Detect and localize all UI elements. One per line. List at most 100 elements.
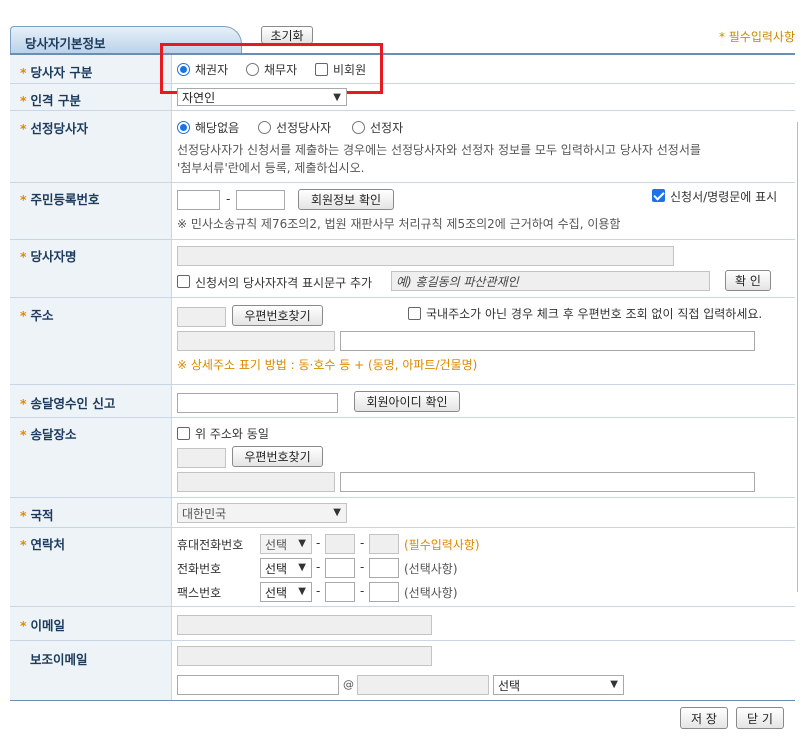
dash: - — [360, 560, 365, 574]
rrn-front-input[interactable] — [177, 190, 220, 210]
highlight-box — [160, 43, 383, 94]
row-divider — [10, 83, 795, 84]
title-text-input[interactable]: 예) 홍길동의 파산관재인 — [391, 271, 710, 291]
required-note: * 필수입력사항 — [718, 30, 795, 44]
mobile-prefix-select[interactable]: 선택 ▼ — [260, 534, 312, 554]
sub-email-id-input[interactable] — [177, 675, 339, 695]
delivery-place-label: * 송달장소 — [20, 427, 77, 442]
postcode-input[interactable] — [177, 307, 226, 327]
at-sign: @ — [343, 678, 354, 691]
row-divider — [10, 182, 795, 183]
confirm-button[interactable]: 확 인 — [725, 270, 771, 291]
party-type-label: * 당사자 구분 — [20, 65, 93, 80]
mobile-required-note: (필수입력사항) — [404, 538, 480, 552]
mobile-phone-label: 휴대전화번호 — [177, 538, 244, 552]
row-divider — [10, 384, 795, 385]
required-star: * — [20, 121, 27, 136]
fax-prefix-select[interactable]: 선택 ▼ — [260, 582, 312, 602]
radio-designator[interactable] — [352, 121, 365, 134]
address-base-input[interactable] — [177, 331, 335, 351]
save-button[interactable]: 저 장 — [680, 707, 728, 729]
delivery-postcode-input[interactable] — [177, 448, 226, 468]
required-star: * — [20, 249, 27, 264]
checkbox-add-title[interactable] — [177, 275, 190, 288]
check-member-id-button[interactable]: 회원아이디 확인 — [354, 391, 460, 412]
find-postcode-button[interactable]: 우편번호찾기 — [232, 305, 323, 326]
checkbox-foreign-address[interactable] — [408, 307, 421, 320]
checkbox-show-on-document-label: 신청서/명령문에 표시 — [670, 190, 778, 204]
row-divider — [10, 417, 795, 418]
address-detail-input[interactable] — [340, 331, 755, 351]
nationality-select[interactable]: 대한민국 ▼ — [177, 503, 347, 523]
radio-designated-party-label: 선정당사자 — [276, 121, 332, 135]
row-divider — [10, 606, 795, 607]
sub-email-display[interactable] — [177, 646, 432, 666]
phone-prefix-select[interactable]: 선택 ▼ — [260, 558, 312, 578]
checkbox-add-title-label: 신청서의 당사자자격 표시문구 추가 — [195, 276, 373, 290]
mobile-last-input[interactable] — [369, 534, 399, 554]
dash: - — [316, 536, 321, 550]
rrn-back-input[interactable] — [236, 190, 285, 210]
sub-email-domain-select[interactable]: 선택 ▼ — [493, 675, 624, 695]
delivery-address-detail-input[interactable] — [340, 472, 755, 492]
row-divider — [10, 239, 795, 240]
fax-optional-note: (선택사항) — [404, 586, 458, 600]
row-divider — [10, 640, 795, 641]
close-button[interactable]: 닫 기 — [736, 707, 784, 729]
sub-email-domain-input[interactable] — [357, 675, 489, 695]
row-divider — [10, 497, 795, 498]
verify-member-button[interactable]: 회원정보 확인 — [298, 189, 394, 210]
person-type-label: * 인격 구분 — [20, 93, 81, 108]
required-star: * — [20, 308, 27, 323]
phone-middle-input[interactable] — [325, 558, 355, 578]
fax-middle-input[interactable] — [325, 582, 355, 602]
designated-help-line1: 선정당사자가 신청서를 제출하는 경우에는 선정당사자와 선정자 정보를 모두 … — [177, 143, 701, 157]
required-star: * — [20, 427, 27, 442]
party-name-label: * 당사자명 — [20, 249, 77, 264]
delivery-receiver-input[interactable] — [177, 393, 338, 413]
fax-last-input[interactable] — [369, 582, 399, 602]
address-detail-hint: ※ 상세주소 표기 방법 : 동·호수 등 + (동명, 아파트/건물명) — [177, 358, 478, 372]
sub-email-label: 보조이메일 — [30, 652, 88, 667]
delivery-receiver-label: * 송달영수인 신고 — [20, 396, 116, 411]
phone-optional-note: (선택사항) — [404, 562, 458, 576]
nationality-label: * 국적 — [20, 508, 54, 523]
radio-designator-label: 선정자 — [370, 121, 404, 135]
chevron-down-icon: ▼ — [610, 679, 618, 690]
chevron-down-icon: ▼ — [298, 562, 306, 573]
radio-not-applicable-label: 해당없음 — [195, 121, 240, 135]
fax-label: 팩스번호 — [177, 586, 222, 600]
section-title: 당사자기본정보 — [25, 36, 106, 51]
dash: - — [360, 536, 365, 550]
phone-last-input[interactable] — [369, 558, 399, 578]
rrn-label: * 주민등록번호 — [20, 192, 100, 207]
required-star: * — [20, 65, 27, 80]
radio-not-applicable[interactable] — [177, 121, 190, 134]
radio-designated-party[interactable] — [258, 121, 271, 134]
delivery-address-base-input[interactable] — [177, 472, 335, 492]
email-label: * 이메일 — [20, 618, 66, 633]
rrn-note: ※ 민사소송규칙 제76조의2, 법원 재판사무 처리규칙 제5조의2에 근거하… — [177, 217, 621, 231]
column-divider — [171, 55, 172, 700]
address-label: * 주소 — [20, 308, 54, 323]
rrn-dash: - — [226, 192, 231, 206]
checkbox-show-on-document[interactable] — [652, 189, 665, 202]
row-divider — [10, 527, 795, 528]
reset-button[interactable]: 초기화 — [261, 26, 313, 44]
form-bottom-border — [10, 700, 795, 701]
chevron-down-icon: ▼ — [333, 92, 341, 103]
dash: - — [360, 584, 365, 598]
delivery-find-postcode-button[interactable]: 우편번호찾기 — [232, 446, 323, 467]
mobile-middle-input[interactable] — [325, 534, 355, 554]
party-name-input[interactable] — [177, 246, 674, 266]
checkbox-foreign-address-label: 국내주소가 아닌 경우 체크 후 우편번호 조회 없이 직접 입력하세요. — [426, 307, 763, 321]
phone-label: 전화번호 — [177, 562, 222, 576]
chevron-down-icon: ▼ — [298, 586, 306, 597]
email-input[interactable] — [177, 615, 432, 635]
required-star: * — [20, 537, 27, 552]
required-star: * — [20, 192, 27, 207]
checkbox-same-address[interactable] — [177, 427, 190, 440]
contact-label: * 연락처 — [20, 537, 66, 552]
row-divider — [10, 110, 795, 111]
person-type-select[interactable]: 자연인 ▼ — [177, 88, 347, 106]
